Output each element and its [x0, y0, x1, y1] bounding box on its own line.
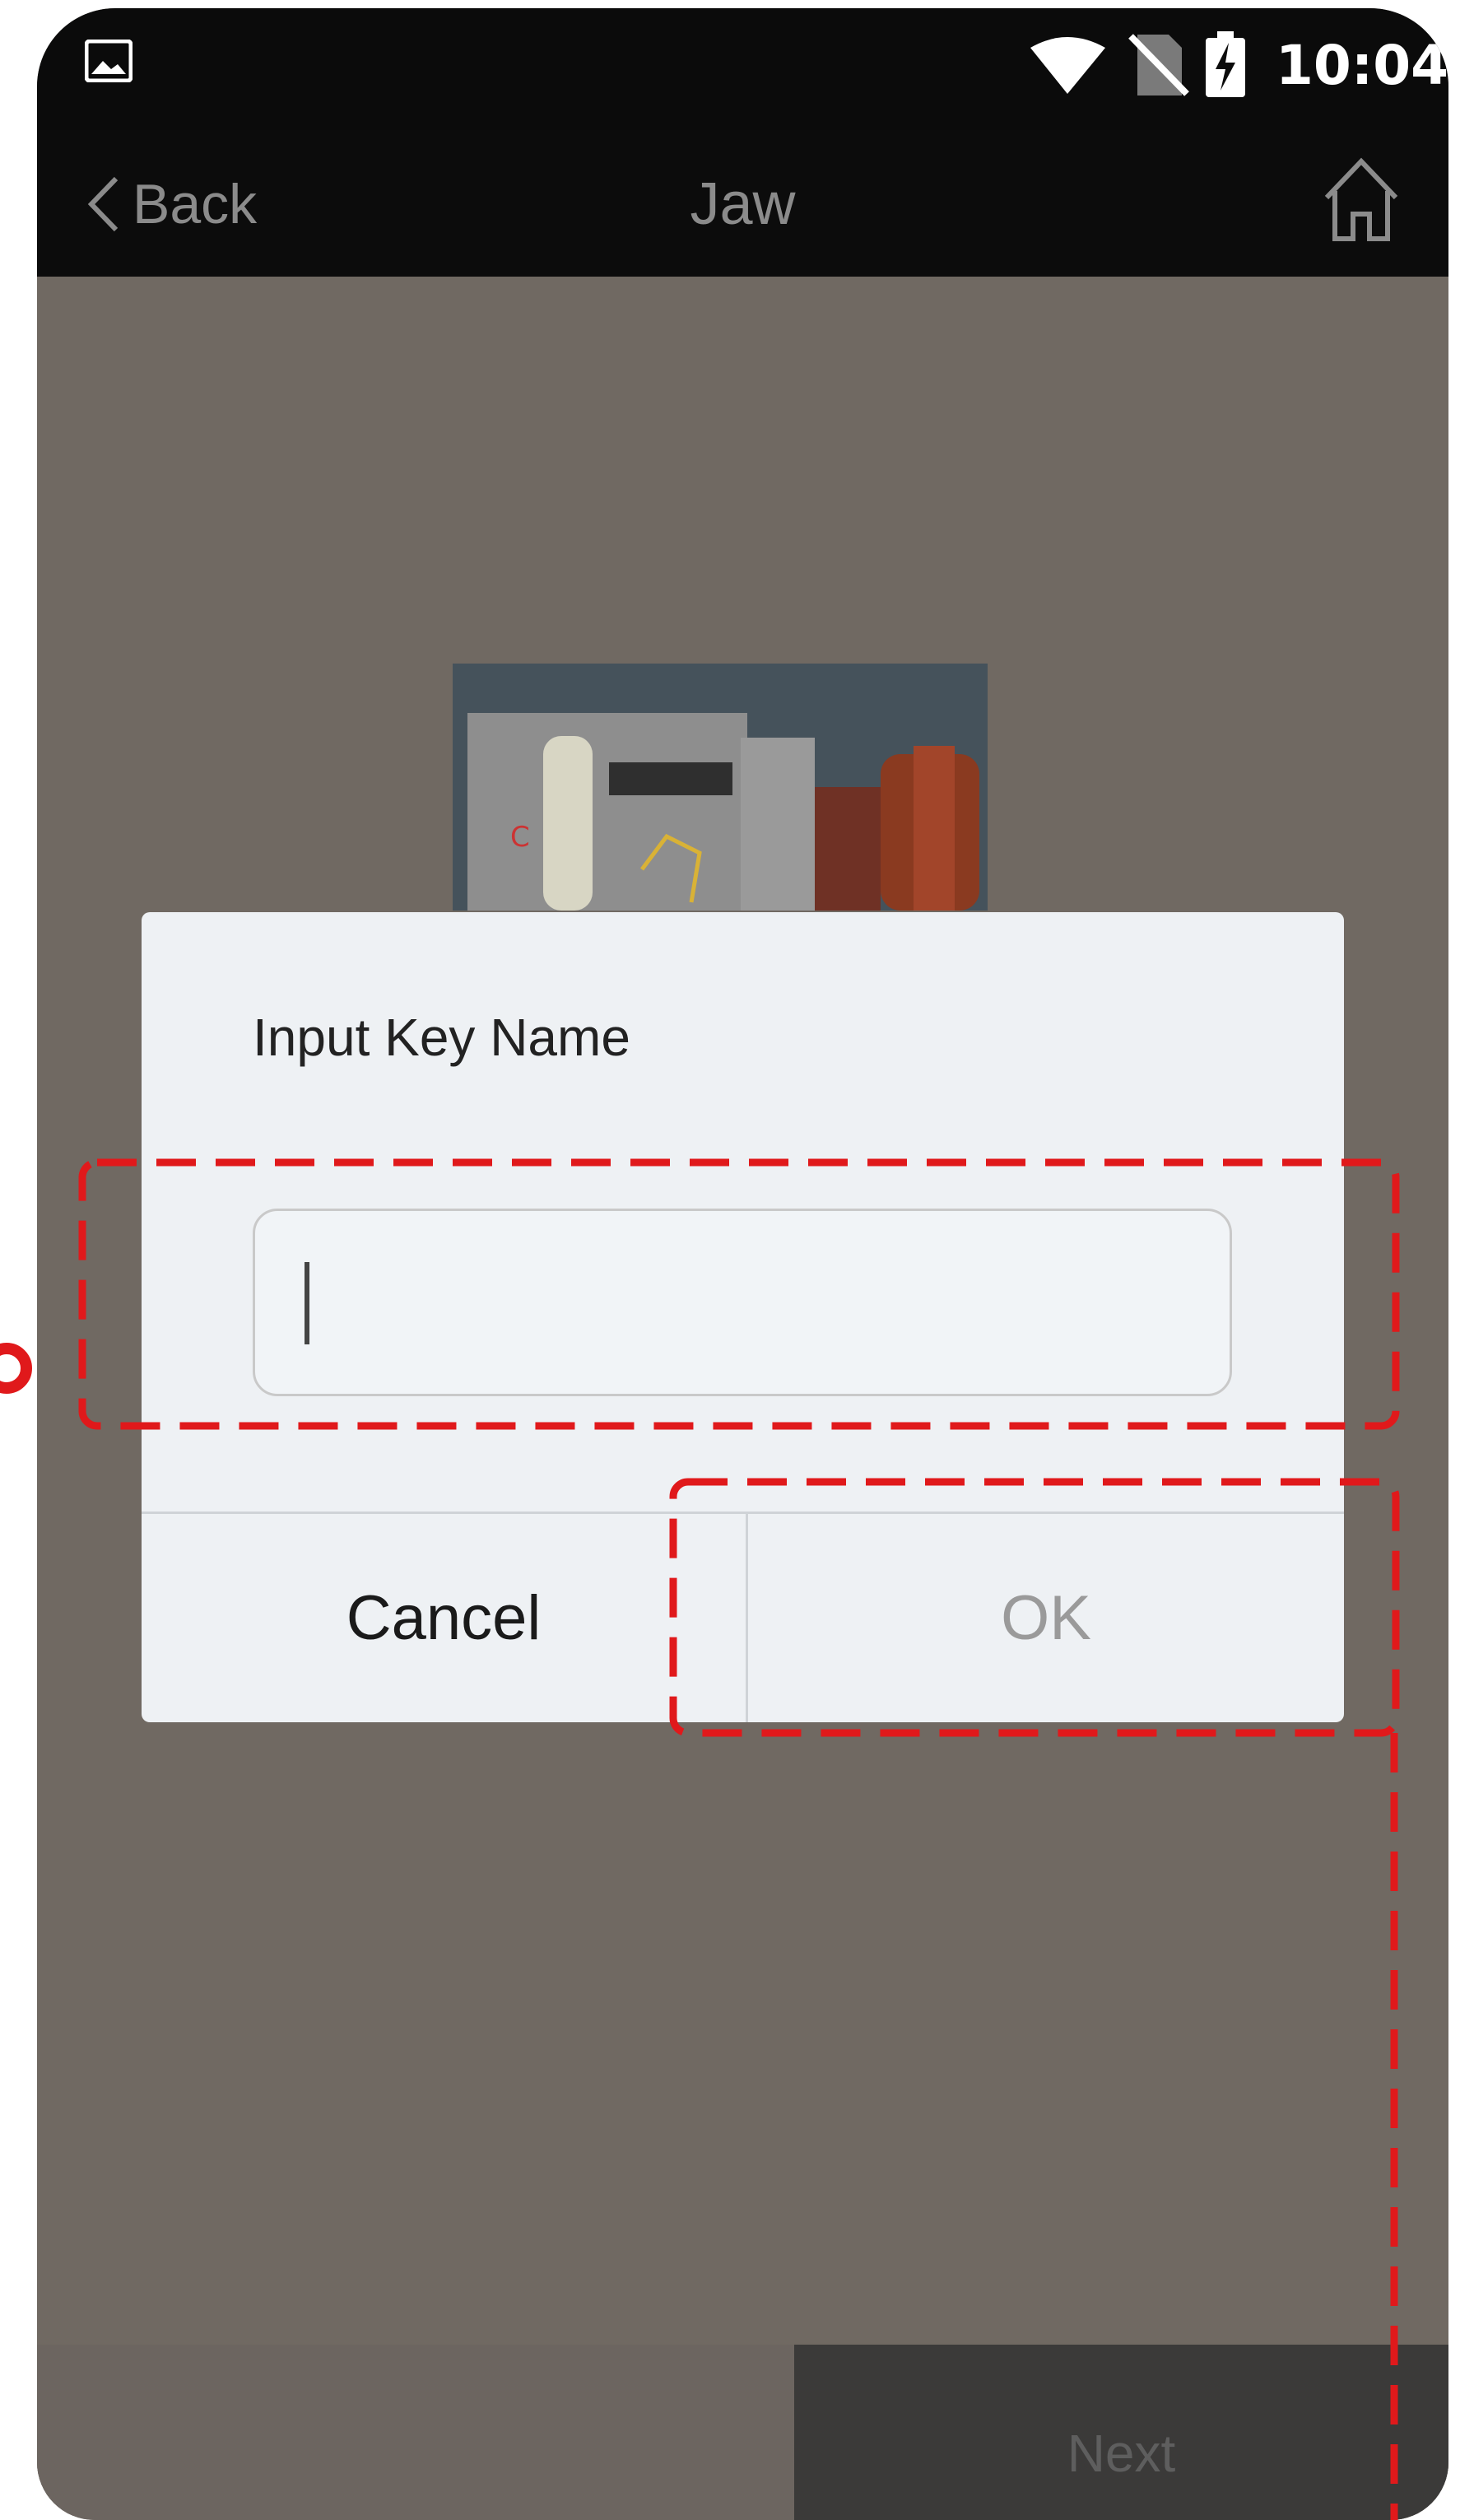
- svg-text:C: C: [510, 821, 530, 854]
- input-key-name-dialog: Input Key Name Cancel OK: [142, 912, 1344, 1722]
- back-label: Back: [133, 173, 258, 235]
- no-sim-icon: [1128, 34, 1189, 96]
- next-button[interactable]: Next: [794, 2345, 1448, 2520]
- cancel-button[interactable]: Cancel: [142, 1514, 746, 1722]
- ok-button[interactable]: OK: [748, 1514, 1344, 1722]
- key-name-input[interactable]: [253, 1209, 1232, 1396]
- text-caret: [305, 1262, 309, 1344]
- key-machine-jaw-image: C: [453, 664, 988, 911]
- wifi-icon: [1030, 37, 1105, 94]
- status-bar: 10:04: [37, 8, 1448, 130]
- image-icon: [85, 40, 133, 82]
- home-icon[interactable]: [1322, 156, 1401, 244]
- chevron-left-icon: [87, 176, 119, 232]
- nav-bar: Jaw Back: [37, 130, 1448, 277]
- next-label: Next: [1067, 2424, 1176, 2483]
- back-button[interactable]: Back: [86, 165, 284, 244]
- phone-screen: 10:04 Jaw Back C Next Input Key Name Can…: [37, 8, 1448, 2520]
- input-callout-marker: [0, 1343, 32, 1394]
- status-time: 10:04: [1276, 34, 1448, 97]
- battery-charging-icon: [1206, 31, 1245, 97]
- dialog-title: Input Key Name: [253, 1008, 630, 1067]
